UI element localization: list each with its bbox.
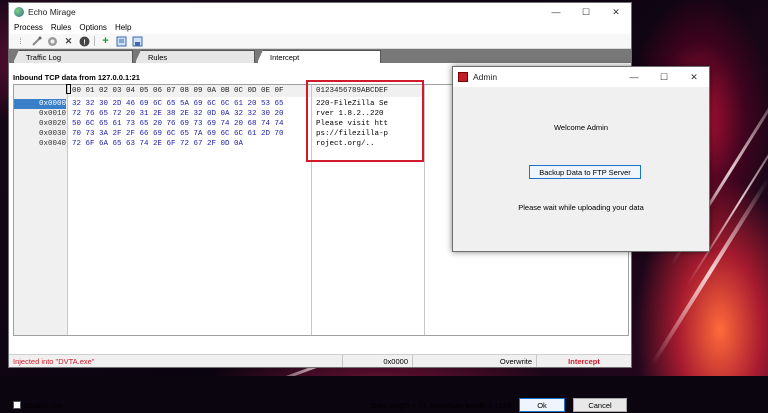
- close-button[interactable]: ✕: [601, 3, 631, 21]
- admin-maximize-button[interactable]: ☐: [649, 68, 679, 86]
- upload-wait-text: Please wait while uploading your data: [518, 203, 644, 212]
- ascii-row-2[interactable]: Please visit htt: [316, 119, 388, 129]
- toolbar: ⁞ ✕ ! +: [9, 34, 631, 49]
- hex-column-header: 00 01 02 03 04 05 06 07 08 09 0A 0B 0C 0…: [72, 87, 284, 95]
- tab-rules[interactable]: Rules: [135, 50, 255, 63]
- data-length-text: Data length = 77, Maximum length = 1024: [371, 400, 511, 410]
- info-icon[interactable]: !: [78, 35, 91, 48]
- admin-app-icon: [458, 72, 468, 82]
- intercept-bottom-bar: Disable rule Data length = 77, Maximum l…: [13, 397, 627, 413]
- hex-row-2[interactable]: 50 6C 65 61 73 65 20 76 69 73 69 74 20 6…: [72, 119, 284, 129]
- offset-row-0[interactable]: 0x0000: [14, 99, 66, 109]
- cancel-button[interactable]: Cancel: [573, 398, 627, 412]
- menu-options[interactable]: Options: [79, 23, 107, 32]
- hex-row-4[interactable]: 72 6F 6A 65 63 74 2E 6F 72 67 2F 0D 0A: [72, 139, 243, 149]
- hex-row-1[interactable]: 72 76 65 72 20 31 2E 38 2E 32 0D 0A 32 3…: [72, 109, 284, 119]
- status-mode: Overwrite: [413, 355, 537, 367]
- svg-text:!: !: [83, 39, 85, 46]
- tab-strip: Traffic Log Rules Intercept: [9, 49, 631, 63]
- add-icon[interactable]: +: [99, 35, 112, 48]
- offset-row-3[interactable]: 0x0030: [14, 129, 66, 139]
- ascii-row-1[interactable]: rver 1.8.2..220: [316, 109, 388, 119]
- menu-help[interactable]: Help: [115, 23, 131, 32]
- main-window-title: Echo Mirage: [28, 7, 76, 17]
- grip-icon: ⁞: [19, 36, 22, 46]
- ascii-column-header: 0123456789ABCDEF: [316, 87, 389, 95]
- menu-rules[interactable]: Rules: [51, 23, 71, 32]
- log-icon[interactable]: [115, 35, 128, 48]
- minimize-button[interactable]: —: [541, 3, 571, 21]
- hex-row-0[interactable]: 32 32 30 2D 46 69 6C 65 5A 69 6C 6C 61 2…: [72, 99, 284, 109]
- admin-body: Welcome Admin Backup Data to FTP Server …: [453, 87, 709, 251]
- inbound-heading: Inbound TCP data from 127.0.0.1:21: [13, 73, 140, 82]
- main-titlebar: Echo Mirage — ☐ ✕: [9, 3, 631, 21]
- menu-process[interactable]: Process: [14, 23, 43, 32]
- offset-row-1[interactable]: 0x0010: [14, 109, 66, 119]
- ascii-row-3[interactable]: ps://filezilla-p: [316, 129, 388, 139]
- offset-row-2[interactable]: 0x0020: [14, 119, 66, 129]
- stop-icon[interactable]: ✕: [62, 35, 75, 48]
- disable-rule-checkbox[interactable]: [13, 401, 21, 409]
- disable-rule-label: Disable rule: [24, 400, 64, 410]
- admin-close-button[interactable]: ✕: [679, 68, 709, 86]
- maximize-button[interactable]: ☐: [571, 3, 601, 21]
- status-injected: Injected into "DVTA.exe": [9, 355, 343, 367]
- menubar: Process Rules Options Help: [9, 21, 631, 34]
- tab-intercept[interactable]: Intercept: [257, 50, 381, 63]
- admin-titlebar: Admin — ☐ ✕: [453, 67, 709, 87]
- backup-ftp-button[interactable]: Backup Data to FTP Server: [529, 165, 641, 179]
- ascii-row-4[interactable]: roject.org/..: [316, 139, 375, 149]
- hex-row-3[interactable]: 70 73 3A 2F 2F 66 69 6C 65 7A 69 6C 6C 6…: [72, 129, 284, 139]
- process-icon[interactable]: [46, 35, 59, 48]
- offset-row-4[interactable]: 0x0040: [14, 139, 66, 149]
- welcome-text: Welcome Admin: [553, 123, 609, 132]
- status-bar: Injected into "DVTA.exe" 0x0000 Overwrit…: [9, 354, 631, 367]
- admin-window: Admin — ☐ ✕ Welcome Admin Backup Data to…: [452, 66, 710, 252]
- admin-minimize-button[interactable]: —: [619, 68, 649, 86]
- admin-window-title: Admin: [473, 72, 498, 82]
- echo-mirage-app-icon: [14, 7, 24, 17]
- inject-icon[interactable]: [30, 35, 43, 48]
- hex-cursor: [66, 84, 71, 94]
- ok-button[interactable]: Ok: [519, 398, 565, 412]
- tab-traffic-log[interactable]: Traffic Log: [13, 50, 133, 63]
- status-state: Intercept: [568, 356, 600, 366]
- save-icon[interactable]: [131, 35, 144, 48]
- ascii-row-0[interactable]: 220-FileZilla Se: [316, 99, 388, 109]
- status-position: 0x0000: [343, 355, 413, 367]
